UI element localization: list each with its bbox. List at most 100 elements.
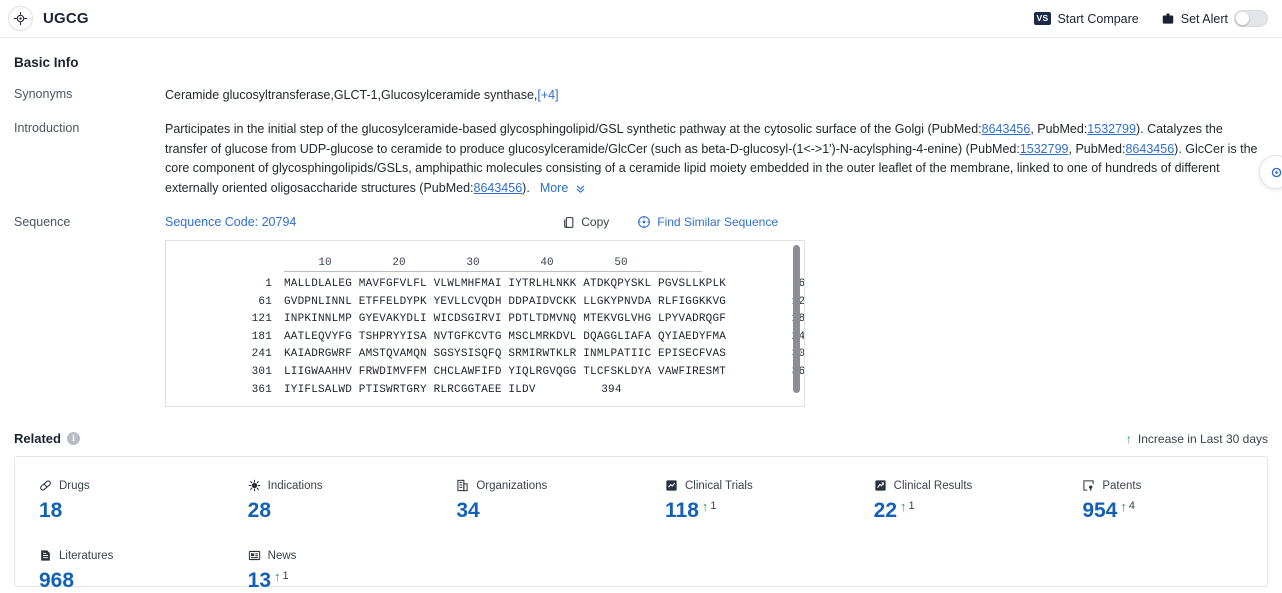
increase-legend: ↑ Increase in Last 30 days	[1126, 432, 1268, 446]
card-value: 18	[39, 499, 63, 522]
alert-bell-icon	[1161, 12, 1175, 26]
sequence-residues: LIIGWAAHHV FRWDIMVFFM CHCLAWFIFD YIQLRGV…	[284, 365, 727, 378]
target-icon	[8, 6, 33, 31]
sequence-viewer[interactable]: 10 20 30 40 50 1 MALLDLALEG MAVFGFVLFL V…	[165, 240, 805, 407]
card-delta-value: 1	[282, 570, 289, 582]
synonyms-row: Synonyms Ceramide glucosyltransferase,GL…	[14, 86, 1268, 104]
chevron-double-down-icon	[576, 185, 585, 193]
related-card-clinical-results[interactable]: Clinical Results 22 ↑ 1	[850, 479, 1059, 523]
set-alert-toggle[interactable]	[1234, 10, 1268, 27]
card-label: Clinical Results	[893, 479, 973, 492]
sequence-residues: GVDPNLINNL ETFFELDYPK YEVLLCVQDH DDPAIDV…	[284, 295, 727, 308]
sequence-line: 361 IYIFLSALWD PTISWRTGRY RLRCGGTAEE ILD…	[166, 382, 804, 400]
set-alert-control[interactable]: Set Alert	[1161, 10, 1268, 27]
related-card-organizations[interactable]: Organizations 34	[432, 479, 641, 523]
ruler-line	[284, 271, 702, 272]
sequence-line: 121 INPKINNLMP GYEVAKYDLI WICDSGIRVI PDT…	[166, 311, 804, 329]
introduction-row: Introduction Participates in the initial…	[14, 120, 1268, 198]
info-icon[interactable]: i	[66, 432, 80, 445]
sequence-content: 10 20 30 40 50 1 MALLDLALEG MAVFGFVLFL V…	[166, 241, 804, 399]
sequence-start-index: 181	[251, 330, 272, 343]
intro-part-4: , PubMed:	[1068, 141, 1126, 156]
card-label: News	[267, 549, 297, 562]
ruler-tick: 20	[392, 257, 406, 269]
find-similar-sequence-button[interactable]: Find Similar Sequence	[637, 215, 778, 229]
virus-icon	[248, 479, 261, 492]
card-delta-value: 1	[908, 500, 915, 512]
card-label: Drugs	[59, 479, 90, 492]
intro-part-1: Participates in the initial step of the …	[165, 122, 982, 136]
sequence-start-index: 1	[265, 278, 272, 290]
app-header: UGCG VS Start Compare Set Alert	[0, 0, 1282, 38]
page-title: UGCG	[43, 10, 89, 27]
introduction-more-button[interactable]: More	[540, 181, 586, 195]
set-alert-label: Set Alert	[1180, 11, 1228, 26]
copy-label: Copy	[581, 215, 610, 229]
ruler-tick: 50	[614, 257, 628, 269]
building-icon	[456, 479, 469, 492]
card-value: 34	[456, 499, 480, 522]
card-delta: ↑ 1	[702, 500, 717, 513]
related-card-literatures[interactable]: Literatures 968	[15, 549, 224, 593]
pill-icon	[39, 479, 52, 492]
pubmed-link-4[interactable]: 8643456	[1125, 142, 1174, 156]
card-value: 118	[665, 499, 699, 522]
copy-sequence-button[interactable]: Copy	[562, 215, 609, 229]
vs-icon: VS	[1033, 12, 1052, 25]
related-card-news[interactable]: News 13 ↑ 1	[224, 549, 433, 593]
ruler-tick: 30	[466, 257, 480, 269]
start-compare-label: Start Compare	[1057, 11, 1139, 26]
more-label: More	[539, 180, 569, 195]
card-delta: ↑ 1	[274, 570, 289, 583]
pubmed-link-3[interactable]: 1532799	[1020, 142, 1069, 156]
card-delta-value: 1	[710, 500, 717, 512]
sequence-residues: INPKINNLMP GYEVAKYDLI WICDSGIRVI PDTLTDM…	[284, 313, 727, 326]
start-compare-button[interactable]: VS Start Compare	[1033, 11, 1139, 26]
pubmed-link-5[interactable]: 8643456	[474, 181, 523, 195]
legend-label: Increase in Last 30 days	[1137, 431, 1268, 446]
arrow-up-icon: ↑	[1120, 499, 1127, 514]
card-delta-value: 4	[1128, 500, 1135, 512]
brand: UGCG	[8, 6, 89, 31]
arrow-up-icon: ↑	[1125, 431, 1132, 446]
sequence-line: 1 MALLDLALEG MAVFGFVLFL VLWLMHFMAI IYTRL…	[166, 276, 804, 294]
card-value: 22	[873, 499, 898, 522]
card-label: Indications	[267, 479, 323, 492]
card-value: 28	[247, 499, 272, 522]
card-label: Clinical Trials	[685, 479, 753, 492]
ruler-tick: 10	[318, 257, 332, 269]
introduction-text: Participates in the initial step of the …	[165, 120, 1268, 198]
pubmed-link-1[interactable]: 8643456	[982, 122, 1031, 136]
sequence-line: 181 AATLEQVYFG TSHPRYYISA NVTGFKCVTG MSC…	[166, 329, 804, 347]
related-header: Related i ↑ Increase in Last 30 days	[14, 431, 1268, 446]
related-card-indications[interactable]: Indications 28	[224, 479, 433, 523]
related-card-drugs[interactable]: Drugs 18	[15, 479, 224, 523]
clinical-result-icon	[874, 479, 887, 492]
arrow-up-icon: ↑	[274, 569, 281, 584]
sequence-start-index: 361	[251, 383, 272, 396]
related-card-patents[interactable]: Patents 954 ↑ 4	[1058, 479, 1267, 523]
find-similar-label: Find Similar Sequence	[657, 215, 778, 229]
card-value: 954	[1082, 499, 1118, 522]
sequence-line: 61 GVDPNLINNL ETFFELDYPK YEVLLCVQDH DDPA…	[166, 294, 804, 312]
ruler-tick: 40	[540, 257, 554, 269]
pubmed-link-2[interactable]: 1532799	[1087, 122, 1136, 136]
related-card-clinical-trials[interactable]: Clinical Trials 118 ↑ 1	[641, 479, 850, 523]
sequence-toolbar: Sequence Code: 20794 Copy Find Similar S…	[165, 214, 1268, 230]
sequence-residues: IYIFLSALWD PTISWRTGRY RLRCGGTAEE ILDV	[284, 383, 536, 396]
card-delta: ↑ 4	[1120, 500, 1135, 513]
intro-part-6: ).	[522, 180, 530, 195]
basic-info-title: Basic Info	[14, 55, 79, 70]
sequence-code[interactable]: Sequence Code: 20794	[165, 215, 296, 229]
sequence-row: Sequence Sequence Code: 20794 Copy Find …	[14, 214, 1268, 407]
sequence-start-index: 301	[251, 365, 272, 378]
header-actions: VS Start Compare Set Alert	[1033, 10, 1268, 27]
card-label: Organizations	[476, 479, 548, 492]
clinical-trial-icon	[665, 479, 678, 492]
synonyms-more-link[interactable]: [+4]	[537, 88, 558, 102]
card-delta: ↑ 1	[900, 500, 915, 513]
sequence-residues: KAIADRGWRF AMSTQVAMQN SGSYSISQFQ SRMIRWT…	[284, 348, 727, 361]
sequence-scrollbar[interactable]	[793, 245, 800, 393]
related-cards: Drugs 18 Indications 28 Organizations 34…	[14, 456, 1268, 592]
copy-icon	[562, 216, 575, 229]
